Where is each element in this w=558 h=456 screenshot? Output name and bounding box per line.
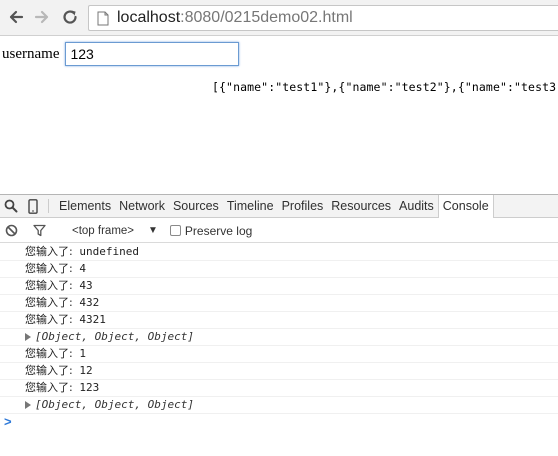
console-line-value: 4321 xyxy=(72,313,106,326)
tab-separator xyxy=(48,199,49,213)
json-output: [{"name":"test1"},{"name":"test2"},{"nam… xyxy=(212,80,558,94)
console-line: 您输入了: undefined xyxy=(0,244,558,261)
console-line-value: 43 xyxy=(72,279,93,292)
console-line-prefix: 您输入了: xyxy=(25,296,73,309)
address-bar[interactable]: localhost:8080/0215demo02.html xyxy=(88,5,558,31)
back-button[interactable] xyxy=(4,5,28,29)
back-arrow-icon xyxy=(9,10,24,24)
username-label: username xyxy=(2,45,60,62)
console-line: 您输入了: 43 xyxy=(0,278,558,295)
tab-sources[interactable]: Sources xyxy=(169,195,223,218)
reload-icon xyxy=(63,10,77,24)
console-line-prefix: 您输入了: xyxy=(25,279,73,292)
no-entry-icon xyxy=(5,224,17,237)
mobile-device-icon xyxy=(28,198,38,214)
console-object-line[interactable]: [Object, Object, Object] xyxy=(0,397,558,414)
console-line-value: 123 xyxy=(72,381,100,394)
url-host: localhost xyxy=(117,9,181,26)
inspect-element-button[interactable] xyxy=(0,195,22,217)
console-line-prefix: 您输入了: xyxy=(25,245,73,258)
console-line: 您输入了: 4321 xyxy=(0,312,558,329)
console-line-value: 432 xyxy=(72,296,100,309)
tab-elements[interactable]: Elements xyxy=(55,195,115,218)
reload-button[interactable] xyxy=(58,5,82,29)
tab-audits[interactable]: Audits xyxy=(395,195,438,218)
username-input[interactable] xyxy=(65,42,240,66)
console-line: 您输入了: 123 xyxy=(0,380,558,397)
device-mode-button[interactable] xyxy=(22,195,44,217)
console-line: 您输入了: 432 xyxy=(0,295,558,312)
preserve-log-checkbox[interactable] xyxy=(169,225,181,236)
expand-triangle-icon[interactable] xyxy=(25,333,31,341)
page-content: username [{"name":"test1"},{"name":"test… xyxy=(0,37,558,194)
console-line-prefix: 您输入了: xyxy=(25,381,73,394)
console-object-value: [Object, Object, Object] xyxy=(35,330,194,343)
devtools-panel: Elements Network Sources Timeline Profil… xyxy=(0,194,558,456)
magnifier-icon xyxy=(4,199,18,213)
forward-button[interactable] xyxy=(30,5,54,29)
console-line-prefix: 您输入了: xyxy=(25,313,73,326)
username-row: username xyxy=(2,42,240,66)
dropdown-triangle-icon: ▼ xyxy=(148,225,158,236)
console-object-line[interactable]: [Object, Object, Object] xyxy=(0,329,558,346)
console-line-value: undefined xyxy=(72,245,139,258)
frame-selector[interactable]: <top frame> ▼ xyxy=(72,225,158,237)
clear-console-button[interactable] xyxy=(0,220,22,242)
devtools-tabbar: Elements Network Sources Timeline Profil… xyxy=(0,194,558,218)
url-text: localhost:8080/0215demo02.html xyxy=(117,9,353,27)
forward-arrow-icon xyxy=(34,10,49,24)
console-line-value: 4 xyxy=(72,262,86,275)
console-line: 您输入了: 1 xyxy=(0,346,558,363)
tab-console[interactable]: Console xyxy=(437,194,494,218)
console-line-prefix: 您输入了: xyxy=(25,347,73,360)
expand-triangle-icon[interactable] xyxy=(25,401,31,409)
console-prompt[interactable]: > xyxy=(0,414,558,431)
console-line-prefix: 您输入了: xyxy=(25,364,73,377)
console-object-value: [Object, Object, Object] xyxy=(35,398,194,411)
page-icon xyxy=(97,10,111,26)
console-line-prefix: 您输入了: xyxy=(25,262,73,275)
console-line-value: 12 xyxy=(72,364,93,377)
console-output: 您输入了: undefined 您输入了: 4 您输入了: 43 您输入了: 4… xyxy=(0,244,558,431)
console-line-value: 1 xyxy=(72,347,86,360)
console-toolbar: <top frame> ▼ Preserve log xyxy=(0,219,558,243)
preserve-log-label: Preserve log xyxy=(184,223,253,238)
browser-toolbar: localhost:8080/0215demo02.html xyxy=(0,0,558,36)
filter-button[interactable] xyxy=(28,220,50,242)
url-path: :8080/0215demo02.html xyxy=(180,9,353,26)
tab-resources[interactable]: Resources xyxy=(327,195,395,218)
tab-timeline[interactable]: Timeline xyxy=(223,195,278,218)
tab-network[interactable]: Network xyxy=(115,195,169,218)
prompt-chevron-icon: > xyxy=(4,414,12,429)
frame-selector-label: <top frame> xyxy=(72,224,135,237)
tab-profiles[interactable]: Profiles xyxy=(278,195,328,218)
filter-funnel-icon xyxy=(32,224,46,237)
console-line: 您输入了: 12 xyxy=(0,363,558,380)
console-line: 您输入了: 4 xyxy=(0,261,558,278)
